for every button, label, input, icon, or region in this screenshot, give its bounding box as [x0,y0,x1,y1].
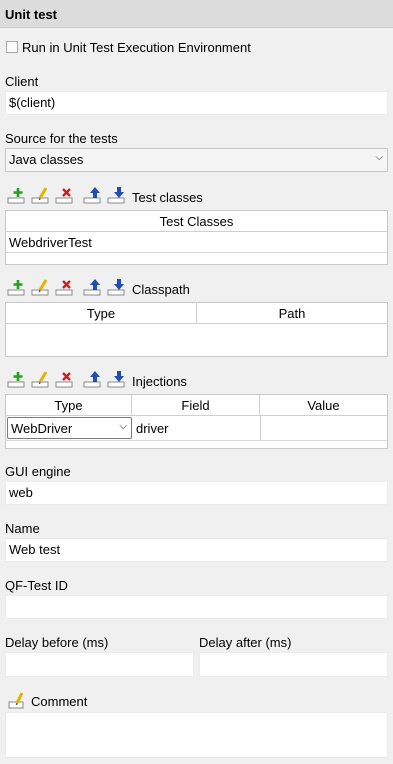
name-label: Name [5,521,40,536]
row-divider [6,440,387,441]
injections-label: Injections [132,374,187,389]
column-header-value[interactable]: Value [260,395,387,416]
row-divider [6,252,387,253]
qftest-id-field[interactable] [5,595,388,619]
test-classes-label: Test classes [132,190,203,205]
chevron-down-icon: ⌵ [119,421,127,432]
edit-comment-icon[interactable] [8,691,28,709]
classpath-table: Type Path [5,302,388,357]
panel-title: Unit test [0,0,393,28]
delay-before-field[interactable] [5,652,194,677]
classpath-toolbar [7,278,137,298]
injection-type-combo[interactable]: WebDriver ⌵ [7,417,132,439]
classpath-label: Classpath [132,282,190,297]
unit-test-env-checkbox[interactable] [6,41,18,53]
column-header-field[interactable]: Field [132,395,260,416]
move-down-icon[interactable] [107,370,129,388]
column-header-type[interactable]: Type [6,303,197,324]
source-select[interactable]: Java classes ⌵ [5,148,388,172]
column-header-type[interactable]: Type [6,395,132,416]
injection-type-value: WebDriver [11,421,73,436]
source-select-value: Java classes [9,152,84,167]
chevron-down-icon: ⌵ [375,152,383,163]
move-up-icon[interactable] [83,186,105,204]
gui-engine-field[interactable]: web [5,481,388,505]
edit-icon[interactable] [31,278,53,296]
unit-test-env-label: Run in Unit Test Execution Environment [22,40,251,55]
injections-table: Type Field Value WebDriver ⌵ driver [5,394,388,449]
comment-textarea[interactable] [5,712,388,758]
edit-icon[interactable] [31,370,53,388]
edit-icon[interactable] [31,186,53,204]
injections-toolbar [7,370,137,390]
move-down-icon[interactable] [107,278,129,296]
delete-icon[interactable] [55,186,77,204]
source-label: Source for the tests [5,131,118,146]
injection-value-cell[interactable] [261,418,387,438]
table-row[interactable]: WebdriverTest [6,232,387,252]
client-field[interactable]: $(client) [5,91,388,115]
gui-engine-label: GUI engine [5,464,71,479]
add-icon[interactable] [7,370,29,388]
comment-label: Comment [31,694,88,709]
delay-after-label: Delay after (ms) [199,635,292,650]
delete-icon[interactable] [55,370,77,388]
move-down-icon[interactable] [107,186,129,204]
move-up-icon[interactable] [83,278,105,296]
column-header-test-classes[interactable]: Test Classes [6,211,387,232]
column-header-path[interactable]: Path [197,303,387,324]
delay-after-field[interactable] [199,652,388,677]
name-field[interactable]: Web test [5,538,388,562]
delay-before-label: Delay before (ms) [5,635,109,650]
qftest-id-label: QF-Test ID [5,578,68,593]
injection-field-cell[interactable]: driver [133,418,172,439]
test-classes-table: Test Classes WebdriverTest [5,210,388,265]
delete-icon[interactable] [55,278,77,296]
add-icon[interactable] [7,186,29,204]
move-up-icon[interactable] [83,370,105,388]
add-icon[interactable] [7,278,29,296]
test-classes-toolbar [7,186,137,206]
client-label: Client [5,74,39,89]
